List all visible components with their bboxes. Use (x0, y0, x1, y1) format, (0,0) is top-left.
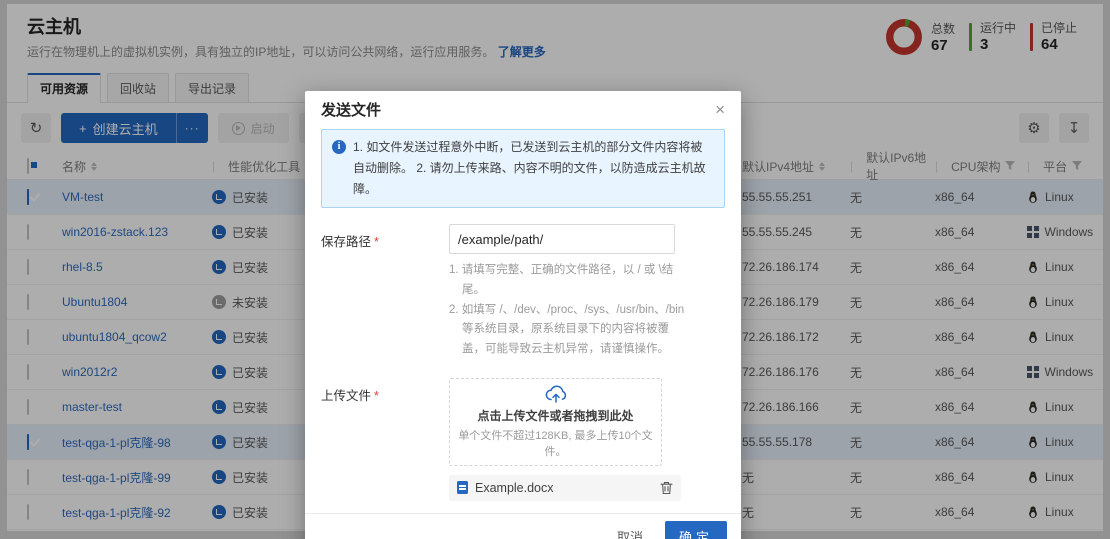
file-name: Example.docx (475, 481, 554, 495)
save-path-hints: 1. 请填写完整、正确的文件路径，以 / 或 \结尾。 2. 如填写 /、/de… (449, 261, 689, 360)
info-icon: i (332, 140, 346, 154)
cloud-upload-icon (544, 384, 568, 404)
modal-title: 发送文件 (321, 99, 381, 120)
uploaded-file-item: Example.docx (449, 475, 681, 501)
required-mark: * (374, 235, 379, 249)
upload-dropzone[interactable]: 点击上传文件或者拖拽到此处 单个文件不超过128KB, 最多上传10个文件。 (449, 378, 662, 466)
file-icon (457, 481, 468, 494)
dropzone-text: 点击上传文件或者拖拽到此处 (477, 407, 633, 424)
cancel-button[interactable]: 取消 (605, 521, 655, 539)
save-path-label: 保存路径* (321, 224, 449, 360)
confirm-button[interactable]: 确定 (665, 521, 727, 539)
app-window: 云主机 运行在物理机上的虚拟机实例，具有独立的IP地址，可以访问公共网络，运行应… (0, 0, 1110, 539)
send-file-modal: 发送文件 × i 1. 如文件发送过程意外中断，已发送到云主机的部分文件内容将被… (305, 91, 741, 539)
close-icon[interactable]: × (715, 101, 725, 118)
delete-file-icon[interactable] (660, 481, 673, 495)
required-mark: * (374, 389, 379, 403)
dropzone-hint: 单个文件不超过128KB, 最多上传10个文件。 (450, 427, 661, 459)
save-path-input[interactable] (449, 224, 675, 254)
upload-file-label: 上传文件* (321, 378, 449, 501)
modal-alert: i 1. 如文件发送过程意外中断，已发送到云主机的部分文件内容将被自动删除。 2… (321, 129, 725, 208)
